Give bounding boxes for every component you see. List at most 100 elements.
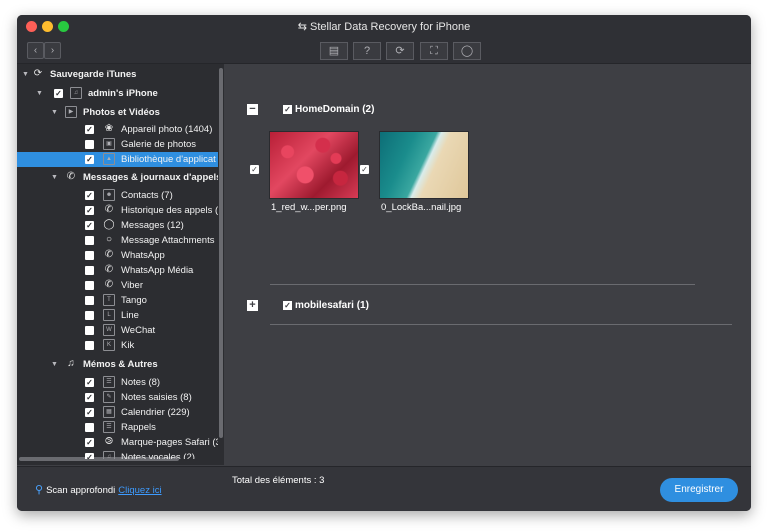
tree-item-photo-gallery[interactable]: ▣ Galerie de photos [17, 137, 218, 152]
checkbox[interactable] [85, 423, 94, 432]
image-icon: ▲ [103, 153, 115, 165]
section-divider [270, 284, 695, 285]
tree-item-typed-notes[interactable]: ✓ ✎ Notes saisies (8) [17, 390, 218, 405]
document-icon[interactable]: ▤ [320, 42, 348, 60]
total-items: Total des éléments : 3 [232, 475, 325, 486]
expand-triangle-icon[interactable]: ▼ [51, 357, 58, 372]
tree-item-reminders[interactable]: ☰ Rappels [17, 420, 218, 435]
checkbox[interactable] [85, 326, 94, 335]
deep-scan-link[interactable]: Cliquez ici [118, 485, 161, 496]
checkbox[interactable]: ✓ [85, 453, 94, 459]
tree-item-tango[interactable]: T Tango [17, 293, 218, 308]
attachment-icon: ○ [105, 234, 113, 245]
tree-item-app-library[interactable]: ✓ ▲ Bibliothèque d'applicat [17, 152, 218, 167]
expand-triangle-icon[interactable]: ▼ [51, 105, 58, 120]
tree-item-kik[interactable]: K Kik [17, 338, 218, 353]
tree-item-viber[interactable]: ✆ Viber [17, 278, 218, 293]
checkbox[interactable] [85, 341, 94, 350]
checkbox[interactable]: ✓ [85, 393, 94, 402]
tree-item-notes[interactable]: ✓ ☰ Notes (8) [17, 375, 218, 390]
file-thumbnail-lockscreen[interactable] [379, 131, 469, 199]
expand-triangle-icon[interactable]: ▼ [22, 67, 29, 82]
media-icon: ▶ [65, 106, 77, 118]
bottom-bar: ⚲ Scan approfondi Cliquez ici Total des él… [17, 466, 751, 511]
tree-item-whatsapp[interactable]: ✆ WhatsApp [17, 248, 218, 263]
checkbox[interactable] [85, 251, 94, 260]
save-button[interactable]: Enregistrer [660, 478, 738, 502]
checkbox[interactable] [85, 266, 94, 275]
file-preview-pane: − ✓ HomeDomain (2) ✓ 1_red_w...per.png ✓… [225, 64, 751, 465]
checkbox[interactable]: ✓ [54, 89, 63, 98]
toolbar: ‹ › ▤ ? ⟳ ⛶ ◯ [17, 39, 751, 64]
tree-item-memos-others[interactable]: ▼ ♫ Mémos & Autres [17, 357, 218, 372]
checkbox[interactable] [85, 140, 94, 149]
tree-item-voice-notes[interactable]: ✓ ♫ Notes vocales (2) [17, 450, 218, 459]
tree-item-wechat[interactable]: W WeChat [17, 323, 218, 338]
search-icon: ⚲ [35, 484, 44, 496]
reminders-icon: ☰ [103, 421, 115, 433]
help-icon[interactable]: ? [353, 42, 381, 60]
checkbox[interactable]: ✓ [360, 165, 369, 174]
wechat-icon: W [103, 324, 115, 336]
expand-triangle-icon[interactable]: ▼ [36, 86, 43, 101]
file-thumbnail-red-wallpaper[interactable] [269, 131, 359, 199]
checkbox[interactable]: ✓ [85, 378, 94, 387]
checkbox[interactable]: ✓ [283, 105, 292, 114]
checkbox[interactable] [85, 296, 94, 305]
whatsapp-media-icon: ✆ [104, 264, 114, 275]
tree-item-line[interactable]: L Line [17, 308, 218, 323]
kik-icon: K [103, 339, 115, 351]
tree-item-photos-videos[interactable]: ▼ ▶ Photos et Vidéos [17, 105, 218, 120]
phone-icon: ✆ [66, 171, 76, 182]
tree-item-whatsapp-media[interactable]: ✆ WhatsApp Média [17, 263, 218, 278]
refresh-icon[interactable]: ⟳ [386, 42, 414, 60]
backup-icon: ⟳ [33, 68, 43, 79]
checkbox[interactable]: ✓ [85, 191, 94, 200]
forward-icon[interactable]: › [44, 42, 61, 59]
tree-item-call-history[interactable]: ✓ ✆ Historique des appels ( [17, 203, 218, 218]
app-window: ⇆ Stellar Data Recovery for iPhone ‹ › ▤ … [17, 15, 751, 511]
tree-item-itunes-backup[interactable]: ▼ ⟳ Sauvegarde iTunes [17, 67, 218, 82]
window-title: ⇆ Stellar Data Recovery for iPhone [297, 21, 471, 33]
tree-item-safari-bookmarks[interactable]: ✓ ⧁ Marque-pages Safari (3 [17, 435, 218, 450]
tree-item-contacts[interactable]: ✓ ☻ Contacts (7) [17, 188, 218, 203]
deep-scan-prompt: ⚲ Scan approfondi Cliquez ici [35, 484, 162, 496]
sidebar-scroll-thumb[interactable] [219, 68, 223, 438]
whatsapp-icon: ✆ [104, 249, 114, 260]
tree-item-calendar[interactable]: ✓ ▦ Calendrier (229) [17, 405, 218, 420]
expand-triangle-icon[interactable]: ▼ [51, 170, 58, 185]
viber-icon: ✆ [104, 279, 114, 290]
checkbox[interactable]: ✓ [85, 221, 94, 230]
tree-item-camera-roll[interactable]: ✓ ❀ Appareil photo (1404) [17, 122, 218, 137]
collapse-button[interactable]: − [247, 104, 258, 115]
contacts-icon: ☻ [103, 189, 115, 201]
gallery-icon: ▣ [103, 138, 115, 150]
tree-item-device[interactable]: ▼ ✓ ♫ admin's iPhone [17, 86, 218, 101]
checkbox[interactable]: ✓ [85, 408, 94, 417]
title-bar: ⇆ Stellar Data Recovery for iPhone [17, 15, 751, 39]
app-logo-icon: ⇆ [297, 21, 308, 33]
checkbox[interactable]: ✓ [250, 165, 259, 174]
tree-item-messages-calls[interactable]: ▼ ✆ Messages & journaux d'appels [17, 170, 218, 185]
calendar-icon: ▦ [103, 406, 115, 418]
account-icon[interactable]: ◯ [453, 42, 481, 60]
expand-button[interactable]: + [247, 300, 258, 311]
tree-item-message-attachments[interactable]: ○ Message Attachments [17, 233, 218, 248]
microphone-icon: ♫ [67, 358, 75, 369]
typed-notes-icon: ✎ [103, 391, 115, 403]
sidebar-scrollbar[interactable] [218, 64, 224, 465]
line-icon: L [103, 309, 115, 321]
checkbox[interactable] [85, 236, 94, 245]
tree-item-messages[interactable]: ✓ ◯ Messages (12) [17, 218, 218, 233]
back-icon[interactable]: ‹ [27, 42, 44, 59]
checkbox[interactable] [85, 311, 94, 320]
music-note-icon: ♫ [70, 87, 82, 99]
checkbox[interactable]: ✓ [85, 206, 94, 215]
sidebar-tree: ▼ ⟳ Sauvegarde iTunes ▼ ✓ ♫ admin's iPho… [17, 64, 224, 465]
checkbox[interactable]: ✓ [283, 301, 292, 310]
checkbox[interactable]: ✓ [85, 438, 94, 447]
cart-icon[interactable]: ⛶ [420, 42, 448, 60]
checkbox[interactable]: ✓ [85, 125, 94, 134]
checkbox[interactable] [85, 281, 94, 290]
checkbox[interactable]: ✓ [85, 155, 94, 164]
